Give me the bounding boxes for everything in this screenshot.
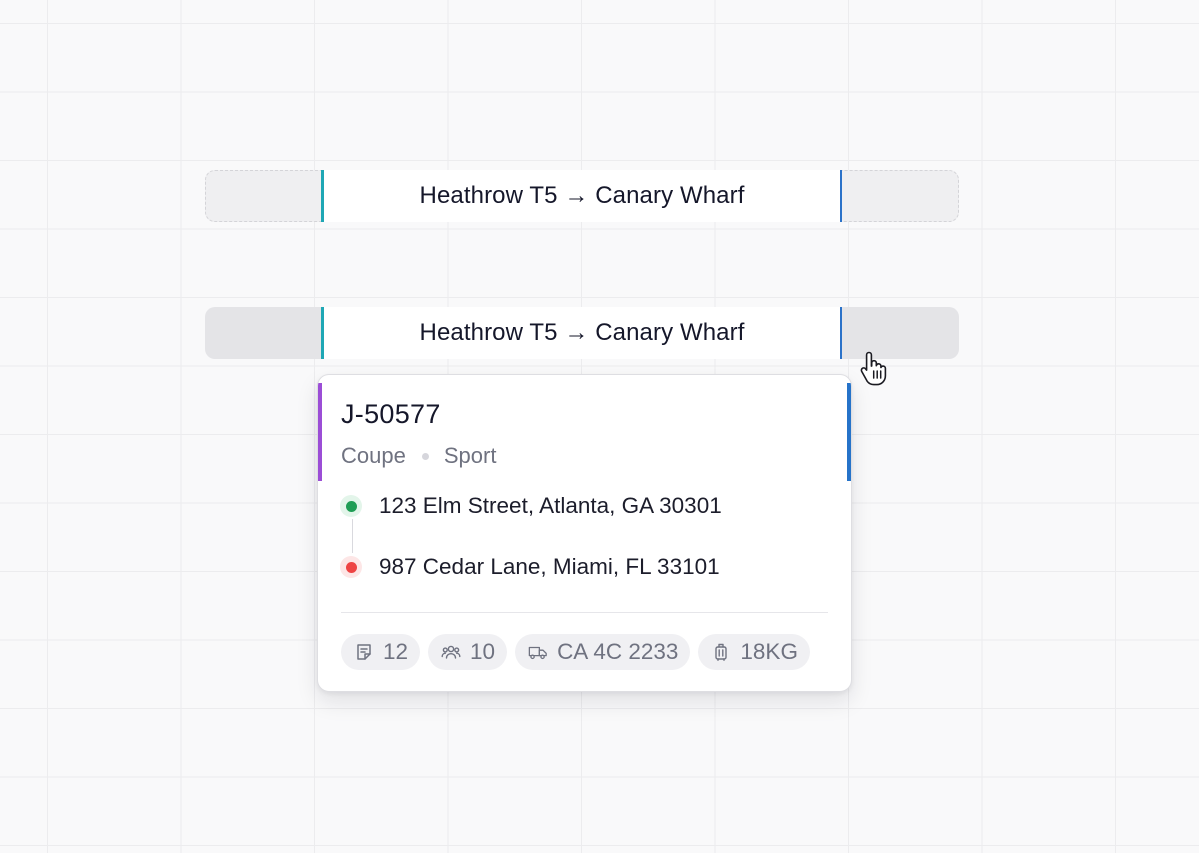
vehicle-meta: Coupe Sport — [341, 443, 496, 469]
route-connector-line — [352, 519, 353, 553]
booking-chips: 12 10 CA 4C 2233 18KG — [341, 634, 810, 670]
luggage-chip: 18KG — [698, 634, 810, 670]
timeline-drop-slot: Heathrow T5 → Canary Wharf — [205, 170, 959, 222]
pickup-dot-icon — [340, 495, 362, 517]
pickup-address: 123 Elm Street, Atlanta, GA 30301 — [379, 493, 722, 518]
job-id: J-50577 — [341, 399, 441, 429]
timeline-row-slot: Heathrow T5 → Canary Wharf — [205, 307, 959, 359]
notes-count: 12 — [383, 639, 409, 664]
vehicle-plate: CA 4C 2233 — [557, 639, 679, 664]
card-accent-right — [847, 383, 851, 481]
vehicle-type: Coupe — [341, 443, 406, 468]
pickup-stop: 123 Elm Street, Atlanta, GA 30301 — [340, 493, 722, 519]
luggage-weight: 18KG — [740, 639, 798, 664]
booking-bar-label: Heathrow T5 → Canary Wharf — [419, 182, 745, 209]
meta-separator-dot — [421, 452, 429, 460]
dropoff-stop: 987 Cedar Lane, Miami, FL 33101 — [340, 554, 720, 580]
truck-icon — [528, 646, 547, 660]
dropoff-dot-icon — [340, 556, 362, 578]
dropoff-address: 987 Cedar Lane, Miami, FL 33101 — [379, 554, 720, 579]
booking-details-popover: J-50577 Coupe Sport 123 Elm Street, Atla… — [317, 374, 852, 692]
notes-icon — [357, 644, 371, 660]
passengers-chip: 10 — [428, 634, 508, 670]
passengers-count: 10 — [470, 639, 496, 664]
booking-bar-label: Heathrow T5 → Canary Wharf — [419, 319, 745, 346]
booking-bar[interactable]: Heathrow T5 → Canary Wharf — [321, 307, 842, 359]
hand-pointer-cursor-icon — [860, 351, 887, 386]
divider — [341, 612, 828, 613]
vehicle-class: Sport — [443, 443, 497, 468]
passengers-icon — [441, 645, 461, 659]
card-accent-left — [318, 383, 322, 481]
luggage-icon — [715, 643, 728, 661]
booking-bar-ghost: Heathrow T5 → Canary Wharf — [321, 170, 842, 222]
notes-chip: 12 — [341, 634, 421, 670]
vehicle-plate-chip: CA 4C 2233 — [515, 634, 691, 670]
